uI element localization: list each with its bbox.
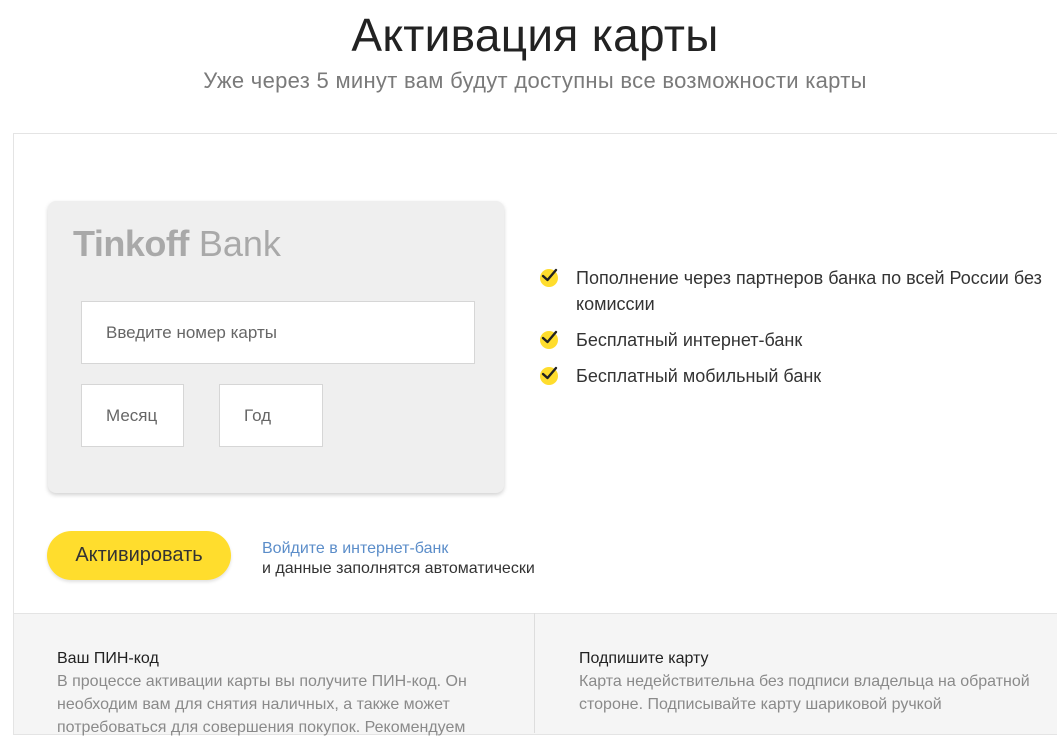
checkmark-icon: [540, 330, 558, 349]
pin-info-block: Ваш ПИН-код В процессе активации карты в…: [57, 647, 507, 739]
card-number-input[interactable]: Введите номер карты: [81, 301, 475, 364]
card-form: Tinkoff Bank Введите номер карты Месяц Г…: [48, 201, 504, 493]
month-placeholder: Месяц: [106, 405, 158, 425]
login-note: и данные заполнятся автоматически: [262, 560, 535, 577]
activate-button-label: Активировать: [75, 544, 203, 566]
month-input[interactable]: Месяц: [81, 384, 184, 447]
info-divider: [534, 613, 535, 733]
page-subtitle: Уже через 5 минут вам будут доступны все…: [203, 68, 867, 93]
card-number-placeholder: Введите номер карты: [106, 322, 277, 342]
checkmark-icon: [540, 366, 558, 385]
activate-button[interactable]: Активировать: [47, 531, 231, 580]
feature-item: Бесплатный мобильный банк: [540, 363, 1050, 389]
feature-text: Бесплатный интернет-банк: [576, 330, 803, 350]
feature-text: Бесплатный мобильный банк: [576, 366, 822, 386]
checkmark-icon: [540, 268, 558, 287]
sign-info-block: Подпишите карту Карта недействительна бе…: [579, 647, 1039, 716]
year-placeholder: Год: [244, 405, 272, 425]
pin-text: В процессе активации карты вы получите П…: [57, 673, 467, 736]
feature-item: Бесплатный интернет-банк: [540, 327, 1050, 353]
logo-bold-text: Tinkoff: [73, 223, 189, 264]
features-list: Пополнение через партнеров банка по всей…: [540, 265, 1050, 399]
year-input[interactable]: Год: [219, 384, 323, 447]
feature-text: Пополнение через партнеров банка по всей…: [576, 268, 1042, 314]
pin-title: Ваш ПИН-код: [57, 650, 159, 667]
sign-title: Подпишите карту: [579, 650, 709, 667]
feature-item: Пополнение через партнеров банка по всей…: [540, 265, 1050, 317]
internet-bank-login-link[interactable]: Войдите в интернет-банк: [262, 540, 448, 558]
logo-light-text: Bank: [198, 223, 281, 264]
page-title: Активация карты: [351, 9, 719, 61]
sign-text: Карта недействительна без подписи владел…: [579, 673, 1030, 713]
tinkoff-bank-logo: Tinkoff Bank: [73, 223, 281, 265]
